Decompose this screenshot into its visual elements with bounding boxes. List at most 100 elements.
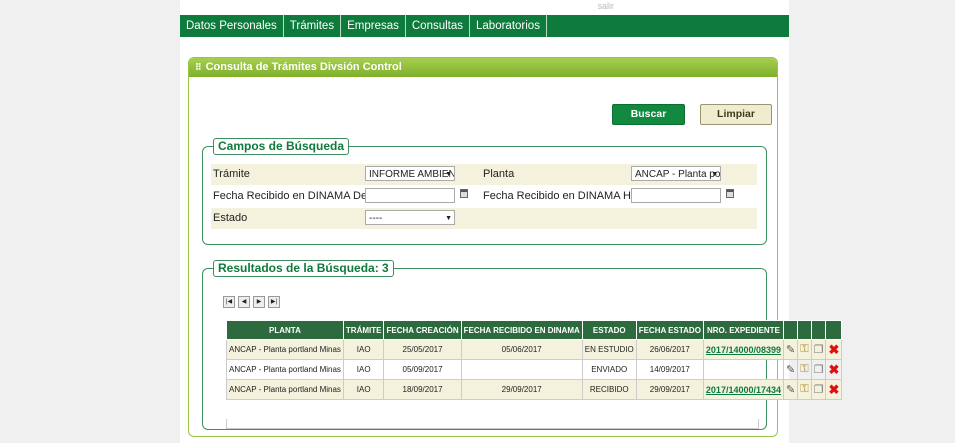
key-icon[interactable]: ⚿ (800, 363, 808, 375)
cell-key: ⚿ (797, 359, 812, 380)
first-page-icon[interactable]: |◀ (223, 296, 235, 308)
cell-tramite: IAO (342, 379, 385, 400)
expediente-link[interactable] (702, 359, 785, 380)
nav-empresas[interactable]: Empresas (341, 15, 406, 37)
planta-label: Planta (483, 168, 515, 180)
copy-icon[interactable]: ❐ (814, 364, 824, 376)
table-row: ANCAP - Planta portland Minas IAO 25/05/… (226, 339, 843, 360)
expediente-link[interactable]: 2017/14000/17434 (702, 379, 785, 400)
nav-laboratorios[interactable]: Laboratorios (470, 15, 547, 37)
delete-icon[interactable]: ✖ (828, 382, 839, 397)
table-row: ANCAP - Planta portland Minas IAO 18/09/… (226, 379, 843, 400)
cell-fecha-estado: 26/06/2017 (635, 339, 704, 360)
estado-select-value: ---- (369, 213, 383, 224)
col-fecha-estado[interactable]: FECHA ESTADO (635, 320, 704, 340)
key-icon[interactable]: ⚿ (800, 343, 808, 355)
calendar-icon[interactable] (726, 189, 734, 198)
cell-recibido: 29/09/2017 (460, 379, 583, 400)
cell-creacion: 18/09/2017 (383, 379, 462, 400)
results-box: Resultados de la Búsqueda: 3 |◀ ◀ ▶ ▶| P… (202, 260, 843, 430)
pager: |◀ ◀ ▶ ▶| (223, 296, 280, 308)
cell-edit: ✎ (782, 379, 799, 400)
col-tramite[interactable]: TRÁMITE (342, 320, 385, 340)
cell-tramite: IAO (342, 359, 385, 380)
nav-consultas[interactable]: Consultas (406, 15, 471, 37)
estado-select[interactable]: ---- ▼ (365, 210, 455, 225)
pencil-icon[interactable]: ✎ (786, 364, 795, 376)
row-estado: Estado ---- ▼ (211, 208, 757, 229)
pencil-icon[interactable]: ✎ (786, 344, 795, 356)
table-header-row: PLANTA TRÁMITE FECHA CREACIÓN FECHA RECI… (226, 320, 843, 340)
chevron-down-icon: ▼ (711, 171, 718, 178)
cell-delete: ✖ (825, 359, 843, 380)
cell-tramite: IAO (342, 339, 385, 360)
next-page-icon[interactable]: ▶ (253, 296, 265, 308)
results-table: PLANTA TRÁMITE FECHA CREACIÓN FECHA RECI… (226, 320, 843, 400)
chevron-down-icon: ▼ (445, 171, 452, 178)
cell-edit: ✎ (782, 339, 799, 360)
pencil-icon[interactable]: ✎ (786, 384, 795, 396)
desde-label: Fecha Recibido en DINAMA Desde (213, 190, 385, 202)
limpiar-button[interactable]: Limpiar (700, 104, 772, 125)
search-legend: Campos de Búsqueda (213, 138, 350, 155)
planta-select[interactable]: ANCAP - Planta portland Minas ▼ (631, 166, 721, 181)
cell-recibido: 05/06/2017 (460, 339, 583, 360)
calendar-icon[interactable] (460, 189, 468, 198)
col-estado[interactable]: ESTADO (581, 320, 637, 340)
col-fecha-creacion[interactable]: FECHA CREACIÓN (383, 320, 462, 340)
cell-delete: ✖ (825, 339, 843, 360)
tramite-label: Trámite (213, 168, 250, 180)
page-container: salir Datos Personales Trámites Empresas… (180, 0, 843, 443)
table-row: ANCAP - Planta portland Minas IAO 05/09/… (226, 359, 843, 380)
nav-datos-personales[interactable]: Datos Personales (180, 15, 284, 37)
tramite-select[interactable]: INFORME AMBIENTAL ▼ (365, 166, 455, 181)
hasta-label: Fecha Recibido en DINAMA Hasta (483, 190, 652, 202)
col-fecha-recibido[interactable]: FECHA RECIBIDO EN DINAMA (460, 320, 583, 340)
col-edit (782, 320, 799, 340)
row-tramite-planta: Trámite INFORME AMBIENTAL ▼ Planta ANCAP… (211, 164, 757, 185)
consulta-panel: ⠿ Consulta de Trámites Divsión Control B… (188, 57, 843, 437)
copy-icon[interactable]: ❐ (814, 344, 824, 356)
main-nav: Datos Personales Trámites Empresas Consu… (180, 15, 789, 37)
planta-select-value: ANCAP - Planta portland Minas (635, 169, 721, 180)
delete-icon[interactable]: ✖ (828, 342, 839, 357)
col-planta[interactable]: PLANTA (226, 320, 344, 340)
grip-icon: ⠿ (195, 62, 202, 72)
col-delete (825, 320, 843, 340)
hasta-input[interactable] (631, 188, 721, 203)
cell-estado: EN ESTUDIO (581, 339, 637, 360)
results-legend: Resultados de la Búsqueda: 3 (213, 260, 394, 277)
search-fields: Campos de Búsqueda Trámite INFORME AMBIE… (202, 138, 767, 245)
col-key (797, 320, 812, 340)
cell-recibido (460, 359, 583, 380)
cell-estado: RECIBIDO (581, 379, 637, 400)
estado-label: Estado (213, 212, 248, 224)
cell-estado: ENVIADO (581, 359, 637, 380)
panel-header: ⠿ Consulta de Trámites Divsión Control (189, 58, 777, 77)
desde-input[interactable] (365, 188, 455, 203)
cell-planta: ANCAP - Planta portland Minas (226, 339, 344, 360)
logout-link[interactable]: salir (597, 1, 614, 11)
delete-icon[interactable]: ✖ (828, 362, 839, 377)
cell-delete: ✖ (825, 379, 843, 400)
cell-copy: ❐ (810, 359, 827, 380)
key-icon[interactable]: ⚿ (800, 383, 808, 395)
cell-edit: ✎ (782, 359, 799, 380)
table-footer (226, 419, 759, 429)
prev-page-icon[interactable]: ◀ (238, 296, 250, 308)
col-expediente[interactable]: NRO. EXPEDIENTE (702, 320, 785, 340)
panel-title: Consulta de Trámites Divsión Control (205, 61, 402, 73)
cell-key: ⚿ (797, 379, 812, 400)
nav-tramites[interactable]: Trámites (284, 15, 342, 37)
cell-creacion: 25/05/2017 (383, 339, 462, 360)
cell-fecha-estado: 29/09/2017 (635, 379, 704, 400)
copy-icon[interactable]: ❐ (814, 384, 824, 396)
row-fechas: Fecha Recibido en DINAMA Desde Fecha Rec… (211, 186, 757, 207)
cell-key: ⚿ (797, 339, 812, 360)
expediente-link[interactable]: 2017/14000/08399 (702, 339, 785, 360)
cell-creacion: 05/09/2017 (383, 359, 462, 380)
col-copy (810, 320, 827, 340)
chevron-down-icon: ▼ (445, 215, 452, 222)
last-page-icon[interactable]: ▶| (268, 296, 280, 308)
buscar-button[interactable]: Buscar (612, 104, 685, 125)
